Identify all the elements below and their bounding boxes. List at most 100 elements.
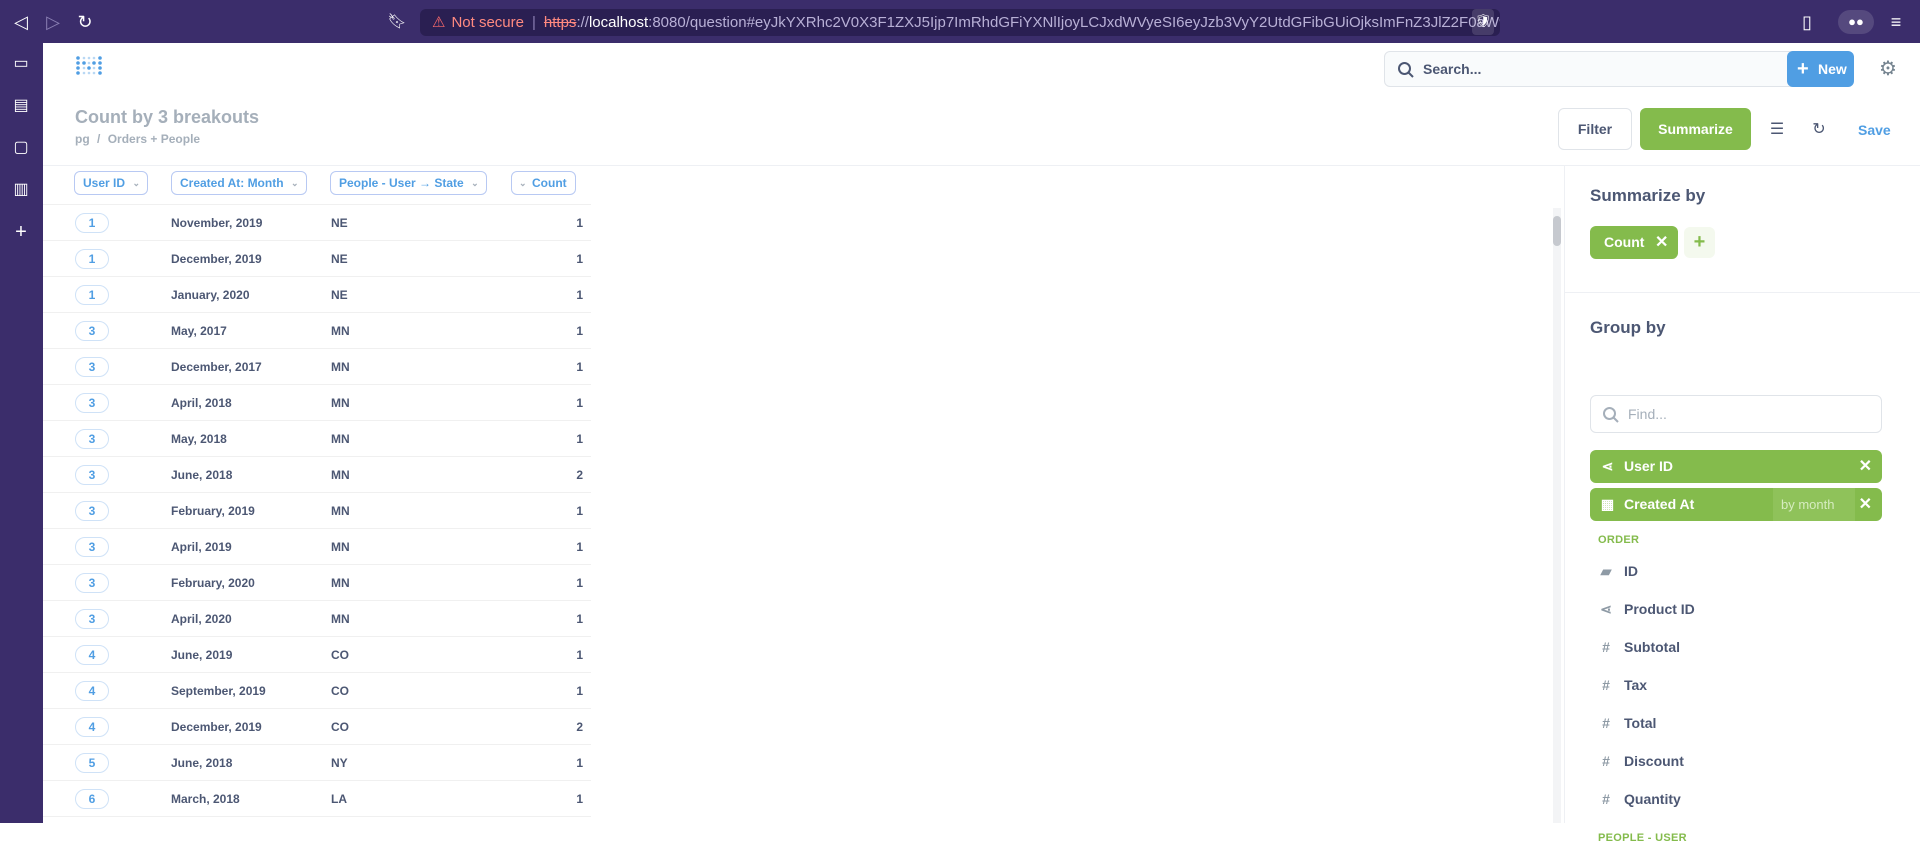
reading-list-icon[interactable]: ▥ [11,180,31,200]
table-row: 3 April, 2019 MN 1 [43,529,591,565]
close-icon[interactable]: ✕ [1859,488,1872,521]
user-id-pill[interactable]: 1 [75,285,109,305]
state-cell: MN [331,396,350,410]
column-header-created-at[interactable]: Created At: Month ⌄ [171,171,307,195]
created-at-cell: December, 2019 [171,720,262,734]
table-row: 5 June, 2018 NY 1 [43,745,591,781]
user-id-pill[interactable]: 1 [75,249,109,269]
wallet-icon[interactable]: ▤ [11,96,31,116]
created-at-cell: February, 2019 [171,504,255,518]
bookmark-icon[interactable]: 🔖︎ [385,10,409,34]
count-cell: 1 [576,504,583,518]
user-id-pill[interactable]: 3 [75,609,109,629]
search-icon [1603,407,1619,423]
number-icon: # [1602,715,1610,731]
count-cell: 1 [576,540,583,554]
column-header-label: Created At: Month [180,176,284,190]
filter-button[interactable]: Filter [1558,108,1632,150]
table-row: 3 December, 2017 MN 1 [43,349,591,385]
sidebar-toggle-icon[interactable]: ▯ [1795,10,1819,34]
user-id-pill[interactable]: 3 [75,429,109,449]
user-id-pill[interactable]: 6 [75,789,109,809]
panel-divider [1565,292,1920,293]
created-at-cell: December, 2017 [171,360,262,374]
count-cell: 1 [576,324,583,338]
created-at-cell: January, 2020 [171,288,250,302]
save-button[interactable]: Save [1858,122,1891,138]
browser-side-rail: ▭ ▤ ▢ ▥ + [0,43,43,823]
chevron-down-icon: ⌄ [519,178,527,188]
section-label: PEOPLE - USER [1598,832,1687,844]
count-cell: 1 [576,576,583,590]
count-cell: 2 [576,720,583,734]
table-row: 3 May, 2018 MN 1 [43,421,591,457]
user-id-pill[interactable]: 4 [75,645,109,665]
results-table: 1 November, 2019 NE 1 1 December, 2019 NE 1 1 Jan… [43,200,591,823]
gear-icon[interactable]: ⚙ [1876,57,1900,81]
table-row: 1 January, 2020 NE 1 [43,277,591,313]
table-scrollbar[interactable] [1553,208,1561,823]
metabase-logo-icon[interactable] [75,55,103,77]
created-at-cell: April, 2019 [171,540,232,554]
video-icon[interactable]: ▭ [11,54,31,74]
table-row: 3 February, 2019 MN 1 [43,493,591,529]
column-header-user-id[interactable]: User ID ⌄ [74,171,149,195]
state-cell: MN [331,504,350,518]
back-icon[interactable]: ◁ [9,10,33,34]
close-icon[interactable]: ✕ [1859,450,1872,483]
not-secure-label: Not secure [451,14,524,31]
column-header-label: People - User → State [339,176,464,190]
page-title[interactable]: Count by 3 breakouts [75,107,259,128]
aggregation-pill[interactable]: Count ✕ [1590,226,1679,259]
group-by-pill[interactable]: ⋖ User ID ✕ [1590,450,1882,483]
user-id-pill[interactable]: 4 [75,681,109,701]
reload-icon[interactable]: ↻ [73,10,97,34]
state-cell: MN [331,468,350,482]
column-header-count[interactable]: ⌄ Count [511,171,576,195]
created-at-cell: September, 2019 [171,684,266,698]
created-at-cell: February, 2020 [171,576,255,590]
bookmarks-icon[interactable]: ▢ [11,138,31,158]
notebook-icon[interactable]: ☰ [1768,121,1786,139]
user-id-pill[interactable]: 3 [75,321,109,341]
breadcrumb-table[interactable]: Orders + People [108,132,200,146]
forward-icon[interactable]: ▷ [41,10,65,34]
group-by-label: User ID [1624,458,1674,474]
search-input[interactable]: Search... [1384,51,1813,87]
table-scrollbar-thumb[interactable] [1553,216,1561,246]
metabase-app: Search... + New ⚙ Count by 3 breakouts p… [43,43,1920,844]
user-id-pill[interactable]: 3 [75,465,109,485]
user-id-pill[interactable]: 3 [75,357,109,377]
temporal-bucket-button[interactable]: by month [1773,488,1855,521]
menu-icon[interactable]: ≡ [1884,10,1908,34]
refresh-icon[interactable]: ↻ [1810,121,1828,139]
user-id-pill[interactable]: 3 [75,393,109,413]
created-at-cell: June, 2019 [171,648,233,662]
group-by-pill[interactable]: ▦ Created At by month ✕ [1590,488,1882,521]
summarize-button[interactable]: Summarize [1640,108,1751,150]
user-id-pill[interactable]: 5 [75,753,109,773]
new-button[interactable]: + New [1787,51,1854,87]
address-bar[interactable]: ⚠ Not secure | https://localhost:8080/quest… [420,9,1500,36]
user-id-pill[interactable]: 4 [75,717,109,737]
breadcrumb-database[interactable]: pg [75,132,90,146]
find-input[interactable]: Find... [1590,395,1882,433]
column-header-state[interactable]: People - User → State ⌄ [330,171,487,195]
private-glasses-icon[interactable]: ●● [1838,10,1874,34]
created-at-cell: June, 2018 [171,468,233,482]
field-label: Subtotal [1624,639,1680,655]
user-id-pill[interactable]: 3 [75,573,109,593]
add-icon[interactable]: + [11,222,31,242]
add-aggregation-button[interactable]: + [1684,227,1715,258]
user-id-pill[interactable]: 3 [75,537,109,557]
number-icon: # [1602,753,1610,769]
column-header-label: User ID [83,176,126,190]
table-row: 4 December, 2019 CO 2 [43,709,591,745]
created-at-cell: April, 2020 [171,612,232,626]
close-icon[interactable]: ✕ [1655,226,1668,259]
brave-shield-icon[interactable]: 🛡︎ [1472,9,1494,35]
user-id-pill[interactable]: 1 [75,213,109,233]
table-row: 3 February, 2020 MN 1 [43,565,591,601]
user-id-pill[interactable]: 3 [75,501,109,521]
browser-toolbar: ◁ ▷ ↻ 🔖︎ ⚠ Not secure | https://localhost:8… [0,0,1920,43]
